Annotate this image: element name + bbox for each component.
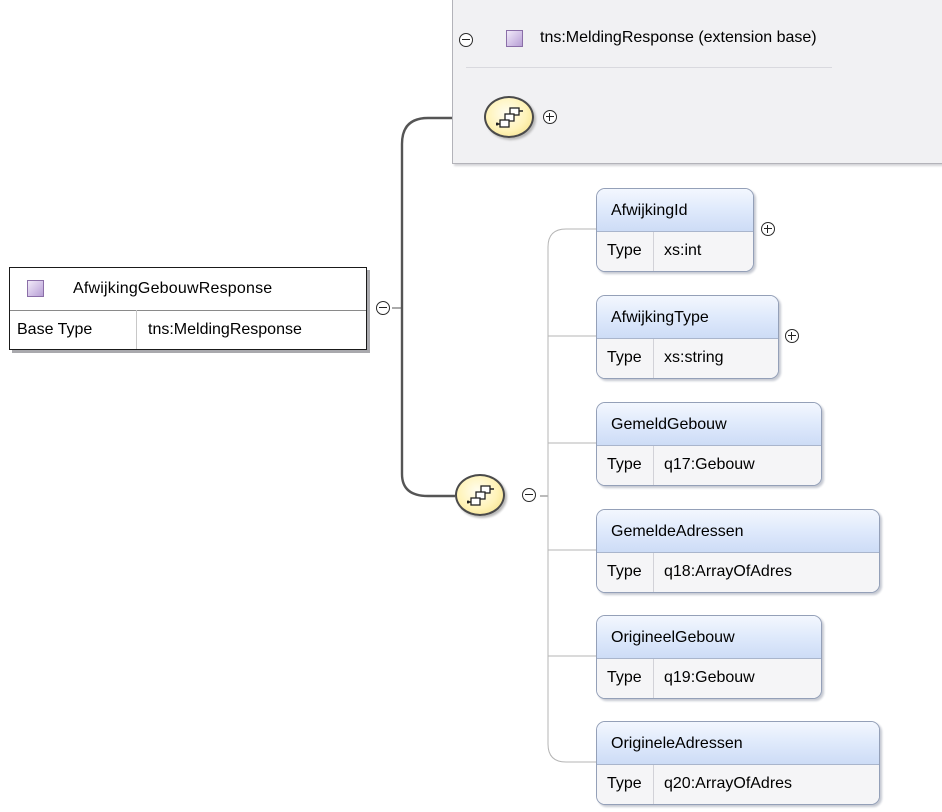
- element-card[interactable]: AfwijkingId Type xs:int: [596, 188, 754, 272]
- element-name: GemeldeAdressen: [597, 510, 879, 553]
- type-value: q18:ArrayOfAdres: [664, 563, 793, 580]
- root-element-name: AfwijkingGebouwResponse: [73, 280, 273, 297]
- collapse-icon[interactable]: [522, 488, 536, 502]
- element-card[interactable]: GemeldeAdressen Type q18:ArrayOfAdres: [596, 509, 880, 593]
- element-card[interactable]: OrigineelGebouw Type q19:Gebouw: [596, 615, 822, 699]
- extension-base-panel: [452, 0, 942, 164]
- type-label: Type: [597, 232, 654, 271]
- element-name: GemeldGebouw: [597, 403, 821, 446]
- base-type-value: tns:MeldingResponse: [148, 321, 302, 338]
- type-value: xs:int: [664, 242, 702, 259]
- element-name: OrigineleAdressen: [597, 722, 879, 765]
- expand-icon[interactable]: [543, 110, 557, 124]
- expand-icon[interactable]: [761, 222, 775, 236]
- collapse-icon[interactable]: [459, 33, 473, 47]
- complex-type-icon: [27, 280, 44, 297]
- expand-icon[interactable]: [785, 329, 799, 343]
- type-label: Type: [597, 339, 654, 378]
- collapse-icon[interactable]: [376, 301, 390, 315]
- sequence-icon[interactable]: [484, 96, 534, 138]
- type-value: q17:Gebouw: [664, 456, 755, 473]
- extension-divider: [466, 67, 832, 68]
- base-type-label: Base Type: [10, 310, 137, 349]
- extension-base-title: tns:MeldingResponse (extension base): [540, 29, 817, 46]
- type-label: Type: [597, 659, 654, 698]
- element-name: AfwijkingId: [597, 189, 753, 232]
- type-value: xs:string: [664, 349, 724, 366]
- element-card[interactable]: AfwijkingType Type xs:string: [596, 295, 779, 379]
- type-label: Type: [597, 553, 654, 592]
- element-card[interactable]: OrigineleAdressen Type q20:ArrayOfAdres: [596, 721, 880, 805]
- complex-type-icon: [506, 30, 523, 47]
- type-value: q19:Gebouw: [664, 669, 755, 686]
- element-name: AfwijkingType: [597, 296, 778, 339]
- sequence-icon[interactable]: [455, 474, 505, 516]
- root-element-box[interactable]: AfwijkingGebouwResponse Base Type tns:Me…: [9, 267, 367, 350]
- type-label: Type: [597, 446, 654, 485]
- element-name: OrigineelGebouw: [597, 616, 821, 659]
- type-label: Type: [597, 765, 654, 804]
- element-card[interactable]: GemeldGebouw Type q17:Gebouw: [596, 402, 822, 486]
- type-value: q20:ArrayOfAdres: [664, 775, 793, 792]
